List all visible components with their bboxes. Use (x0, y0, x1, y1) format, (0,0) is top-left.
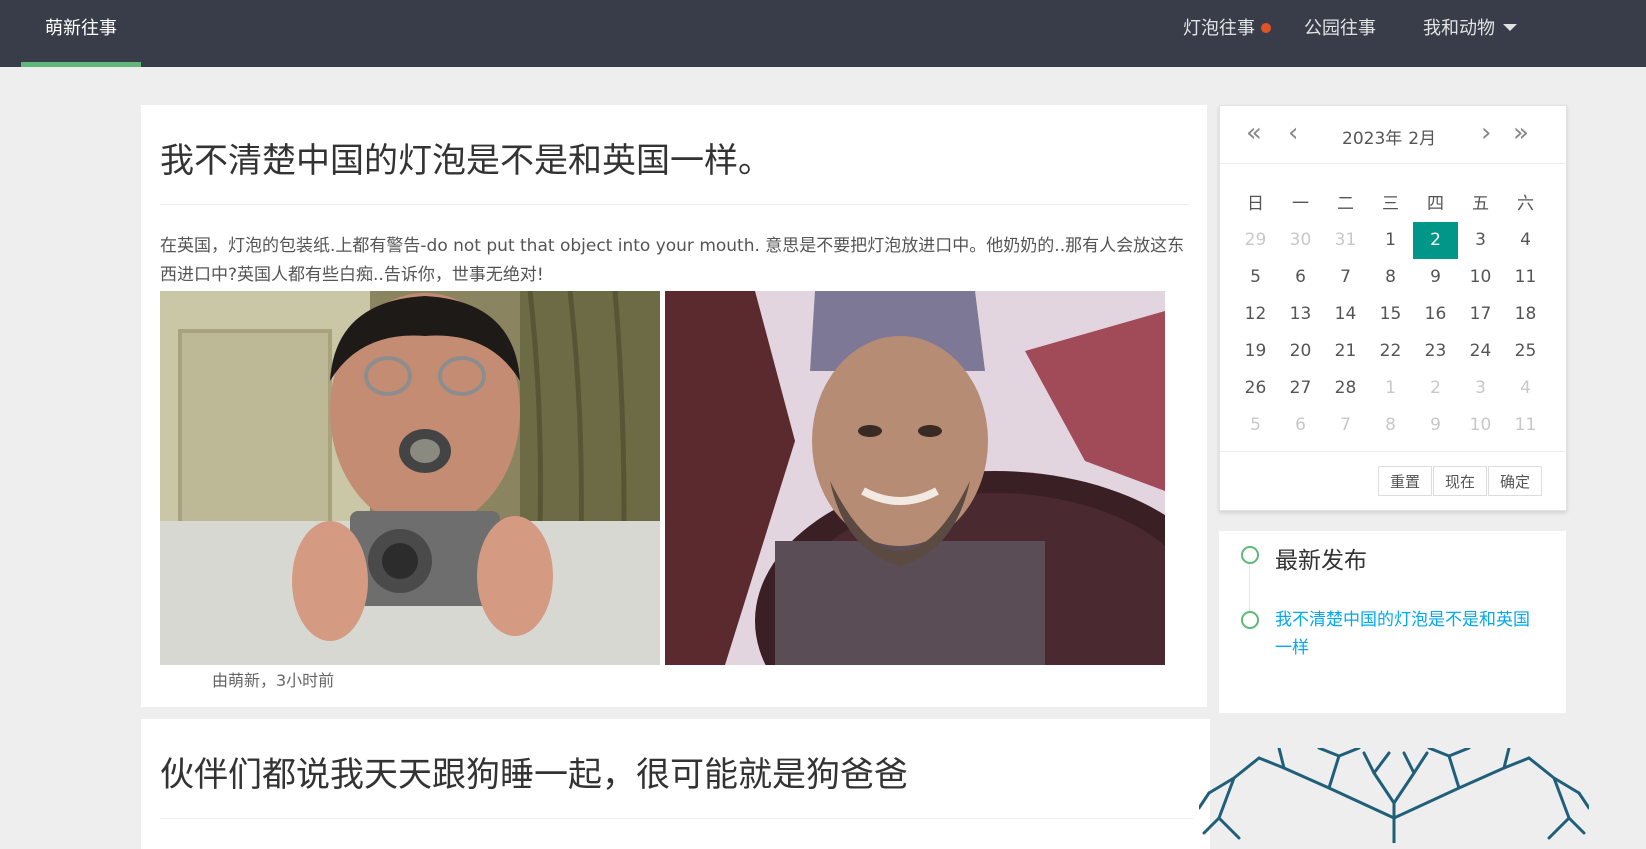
calendar-day[interactable]: 6 (1278, 407, 1323, 444)
calendar-day[interactable]: 30 (1278, 222, 1323, 259)
calendar-day[interactable]: 13 (1278, 296, 1323, 333)
date-picker: « ‹ 2023年 2月 › » 日 一 二 三 四 五 六 29 30 31 1 2 3 4… (1219, 105, 1567, 511)
now-button[interactable]: 现在 (1433, 466, 1487, 496)
nav-item-animals[interactable]: 我和动物 (1423, 0, 1517, 57)
calendar-day[interactable]: 4 (1503, 370, 1548, 407)
timeline-line (1249, 559, 1250, 619)
calendar-day[interactable]: 9 (1413, 259, 1458, 296)
calendar-day[interactable]: 19 (1233, 333, 1278, 370)
latest-post-link[interactable]: 我不清楚中国的灯泡是不是和英国一样 (1275, 606, 1545, 662)
calendar-day[interactable]: 2 (1413, 222, 1458, 259)
post-body: 在英国，灯泡的包装纸.上都有警告-do not put that object … (160, 236, 1185, 285)
calendar-day[interactable]: 11 (1503, 259, 1548, 296)
calendar-day[interactable]: 12 (1233, 296, 1278, 333)
calendar-day[interactable]: 8 (1368, 259, 1413, 296)
top-nav: 萌新往事 灯泡往事 公园往事 我和动物 (0, 0, 1646, 67)
latest-title: 最新发布 (1275, 548, 1367, 574)
weekday-label: 一 (1292, 194, 1309, 214)
nav-item-label: 我和动物 (1423, 18, 1495, 39)
calendar-day[interactable]: 29 (1233, 222, 1278, 259)
calendar-day[interactable]: 11 (1503, 407, 1548, 444)
active-indicator (21, 62, 141, 67)
nav-item-bulb[interactable]: 灯泡往事 (1183, 0, 1271, 57)
calendar-day[interactable]: 20 (1278, 333, 1323, 370)
reset-button[interactable]: 重置 (1378, 466, 1432, 496)
calendar-day[interactable]: 3 (1458, 222, 1503, 259)
new-dot-badge (1261, 23, 1271, 33)
calendar-day[interactable]: 9 (1413, 407, 1458, 444)
calendar-month[interactable]: 2月 (1408, 129, 1436, 149)
nav-item-label: 灯泡往事 (1183, 18, 1255, 39)
calendar-day[interactable]: 28 (1323, 370, 1368, 407)
nav-item-label: 公园往事 (1304, 18, 1376, 39)
calendar-footer-divider (1220, 451, 1566, 452)
portrait-photo-illustration (665, 291, 1165, 665)
calendar-day[interactable]: 5 (1233, 407, 1278, 444)
calendar-day[interactable]: 10 (1458, 259, 1503, 296)
timeline-dot-icon (1241, 546, 1259, 564)
weekday-label: 四 (1427, 194, 1444, 214)
nav-item-park[interactable]: 公园往事 (1304, 0, 1376, 57)
next-year-icon[interactable]: » (1513, 118, 1529, 148)
calendar-day[interactable]: 17 (1458, 296, 1503, 333)
calendar-day[interactable]: 22 (1368, 333, 1413, 370)
weekday-label: 五 (1472, 194, 1489, 214)
calendar-header: « ‹ 2023年 2月 › » (1220, 106, 1566, 164)
calendar-day[interactable]: 3 (1458, 370, 1503, 407)
brand-link[interactable]: 萌新往事 (21, 0, 141, 67)
post-card: 我不清楚中国的灯泡是不是和英国一样。 在英国，灯泡的包装纸.上都有警告-do n… (141, 105, 1207, 707)
calendar-day[interactable]: 2 (1413, 370, 1458, 407)
caret-down-icon (1503, 24, 1517, 31)
weekday-label: 六 (1517, 194, 1534, 214)
calendar-day[interactable]: 23 (1413, 333, 1458, 370)
post-title[interactable]: 伙伴们都说我天天跟狗睡一起，很可能就是狗爸爸 (160, 747, 908, 796)
calendar-title: 2023年 2月 (1342, 124, 1442, 149)
calendar-day[interactable]: 6 (1278, 259, 1323, 296)
calendar-day[interactable]: 24 (1458, 333, 1503, 370)
calendar-day[interactable]: 27 (1278, 370, 1323, 407)
timeline-dot-icon (1241, 611, 1259, 629)
calendar-day[interactable]: 10 (1458, 407, 1503, 444)
prev-year-icon[interactable]: « (1246, 118, 1262, 148)
calendar-day[interactable]: 5 (1233, 259, 1278, 296)
divider (160, 818, 1193, 819)
calendar-day[interactable]: 14 (1323, 296, 1368, 333)
post-meta: 由萌新，3小时前 (212, 671, 335, 690)
post-image-portrait[interactable] (665, 291, 1165, 665)
calendar-day[interactable]: 21 (1323, 333, 1368, 370)
weekday-label: 二 (1337, 194, 1354, 214)
calendar-day[interactable]: 7 (1323, 407, 1368, 444)
camera-photo-illustration (160, 291, 660, 665)
calendar-day[interactable]: 1 (1368, 222, 1413, 259)
post-title[interactable]: 我不清楚中国的灯泡是不是和英国一样。 (160, 133, 772, 182)
calendar-day[interactable]: 8 (1368, 407, 1413, 444)
tree-decoration (1199, 748, 1589, 843)
calendar-day[interactable]: 1 (1368, 370, 1413, 407)
calendar-day[interactable]: 7 (1323, 259, 1368, 296)
prev-month-icon[interactable]: ‹ (1288, 118, 1298, 148)
post-card: 伙伴们都说我天天跟狗睡一起，很可能就是狗爸爸 (141, 719, 1210, 849)
weekday-label: 三 (1382, 194, 1399, 214)
calendar-day[interactable]: 15 (1368, 296, 1413, 333)
post-image-camera[interactable] (160, 291, 660, 665)
calendar-day[interactable]: 16 (1413, 296, 1458, 333)
latest-posts-panel: 最新发布 我不清楚中国的灯泡是不是和英国一样 (1219, 531, 1566, 713)
calendar-day[interactable]: 18 (1503, 296, 1548, 333)
calendar-day[interactable]: 31 (1323, 222, 1368, 259)
calendar-day[interactable]: 25 (1503, 333, 1548, 370)
calendar-day[interactable]: 4 (1503, 222, 1548, 259)
calendar-day[interactable]: 26 (1233, 370, 1278, 407)
weekday-label: 日 (1247, 194, 1264, 214)
confirm-button[interactable]: 确定 (1488, 466, 1542, 496)
next-month-icon[interactable]: › (1481, 118, 1491, 148)
calendar-year[interactable]: 2023年 (1342, 129, 1402, 149)
divider (160, 204, 1190, 205)
